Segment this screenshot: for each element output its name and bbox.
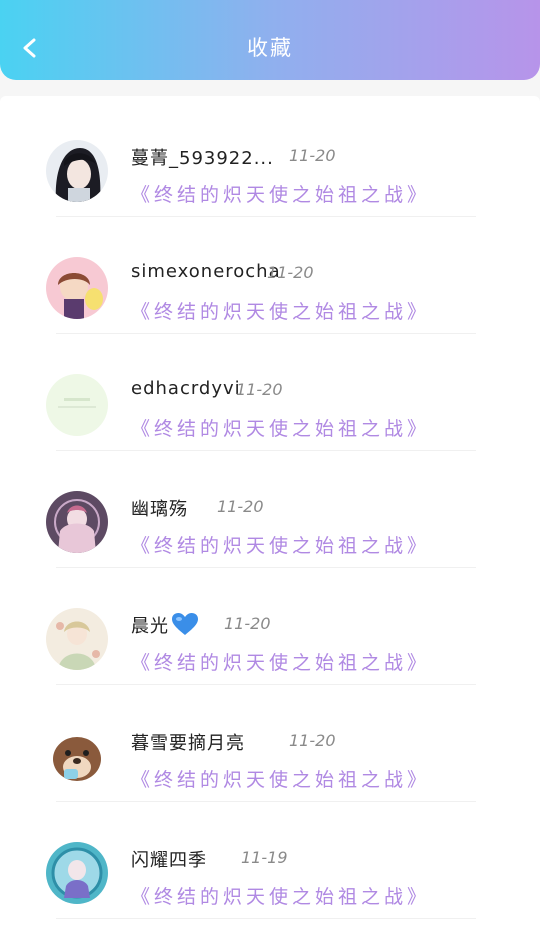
favorite-item[interactable]: simexonerocha 11-20 《终结的炽天使之始祖之战》 bbox=[0, 217, 540, 334]
favorite-item[interactable]: 蔓菁_593922... 11-20 《终结的炽天使之始祖之战》 bbox=[0, 100, 540, 217]
avatar[interactable] bbox=[46, 257, 108, 319]
avatar[interactable] bbox=[46, 842, 108, 904]
avatar[interactable] bbox=[46, 140, 108, 202]
favorite-item[interactable]: 晨光 11-20 《终结的炽天使之始祖之战》 bbox=[0, 568, 540, 685]
favorite-item[interactable]: 暮雪要摘月亮 11-20 《终结的炽天使之始祖之战》 bbox=[0, 685, 540, 802]
book-title-link[interactable]: 《终结的炽天使之始祖之战》 bbox=[131, 180, 430, 207]
timestamp: 11-20 bbox=[289, 146, 336, 165]
favorite-item[interactable]: 幽璃殇 11-20 《终结的炽天使之始祖之战》 bbox=[0, 451, 540, 568]
user-name[interactable]: 幽璃殇 bbox=[131, 495, 188, 521]
user-name-text: 晨光 bbox=[131, 616, 169, 637]
favorite-item[interactable]: edhacrdyvi 11-20 《终结的炽天使之始祖之战》 bbox=[0, 334, 540, 451]
page-title: 收藏 bbox=[247, 36, 293, 60]
user-name[interactable]: simexonerocha bbox=[131, 261, 281, 282]
book-title-link[interactable]: 《终结的炽天使之始祖之战》 bbox=[131, 297, 430, 324]
timestamp: 11-20 bbox=[289, 731, 336, 750]
book-title-link[interactable]: 《终结的炽天使之始祖之战》 bbox=[131, 531, 430, 558]
user-name[interactable]: 蔓菁_593922... bbox=[131, 144, 274, 170]
avatar[interactable] bbox=[46, 491, 108, 553]
timestamp: 11-19 bbox=[241, 848, 288, 867]
avatar[interactable] bbox=[46, 725, 108, 787]
blue-heart-icon bbox=[172, 613, 198, 635]
book-title-link[interactable]: 《终结的炽天使之始祖之战》 bbox=[131, 648, 430, 675]
favorite-item[interactable]: 闪耀四季 11-19 《终结的炽天使之始祖之战》 bbox=[0, 802, 540, 919]
timestamp: 11-20 bbox=[267, 263, 314, 282]
book-title-link[interactable]: 《终结的炽天使之始祖之战》 bbox=[131, 882, 430, 909]
top-bar: 收藏 bbox=[0, 0, 540, 80]
user-name[interactable]: 暮雪要摘月亮 bbox=[131, 729, 245, 755]
book-title-link[interactable]: 《终结的炽天使之始祖之战》 bbox=[131, 765, 430, 792]
user-name[interactable]: 晨光 bbox=[131, 612, 199, 638]
timestamp: 11-20 bbox=[236, 380, 283, 399]
timestamp: 11-20 bbox=[217, 497, 264, 516]
user-name[interactable]: 闪耀四季 bbox=[131, 846, 207, 872]
user-name[interactable]: edhacrdyvi bbox=[131, 378, 241, 399]
favorites-list: 蔓菁_593922... 11-20 《终结的炽天使之始祖之战》 simexon… bbox=[0, 96, 540, 928]
avatar[interactable] bbox=[46, 374, 108, 436]
divider bbox=[56, 918, 476, 919]
book-title-link[interactable]: 《终结的炽天使之始祖之战》 bbox=[131, 414, 430, 441]
avatar[interactable] bbox=[46, 608, 108, 670]
timestamp: 11-20 bbox=[224, 614, 271, 633]
